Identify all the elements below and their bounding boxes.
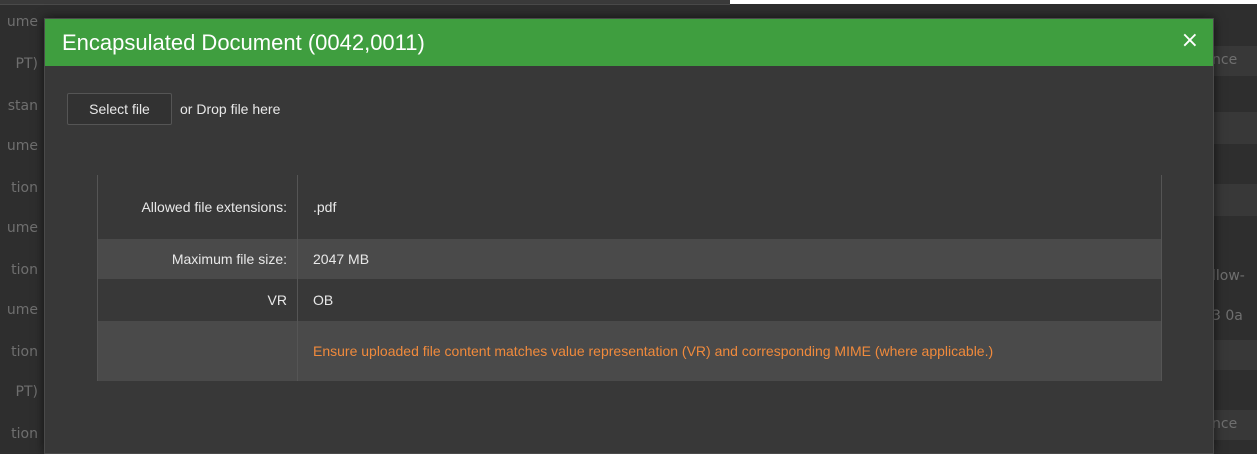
row-value: .pdf	[313, 199, 337, 215]
close-icon[interactable]: ×	[1181, 29, 1199, 53]
table-row: Ensure uploaded file content matches val…	[97, 321, 1162, 381]
background-row-label: ume	[6, 14, 38, 30]
background-top-strip-right	[730, 0, 1257, 4]
background-row-label: tion	[11, 262, 38, 278]
background-row-label: tion	[11, 344, 38, 360]
dialog-header: Encapsulated Document (0042,0011) ×	[45, 19, 1213, 66]
select-file-button[interactable]: Select file	[67, 93, 172, 125]
row-label	[98, 321, 298, 381]
row-label: VR	[98, 279, 298, 321]
background-top-strip	[0, 0, 730, 5]
background-right-text: nce	[1212, 416, 1238, 432]
background-row-label: PT)	[15, 56, 38, 72]
row-label: Maximum file size:	[98, 239, 298, 279]
background-row-label: ume	[6, 220, 38, 236]
row-value: 2047 MB	[313, 251, 370, 267]
background-field	[1212, 340, 1257, 370]
background-field	[1212, 184, 1257, 216]
background-row-label: ume	[6, 302, 38, 318]
background-row-label: stan	[7, 98, 38, 114]
file-requirements-table: Allowed file extensions: .pdf Maximum fi…	[97, 175, 1162, 381]
drop-file-zone[interactable]: or Drop file here	[180, 101, 280, 117]
encapsulated-document-dialog: Encapsulated Document (0042,0011) × Sele…	[44, 18, 1214, 454]
background-field	[1212, 112, 1257, 144]
background-row-label: tion	[11, 180, 38, 196]
background-row-label: PT)	[15, 384, 38, 400]
vr-warning-text: Ensure uploaded file content matches val…	[313, 342, 994, 359]
background-row-label: tion	[11, 426, 38, 442]
background-right-text: llow-	[1212, 268, 1245, 284]
table-row: Allowed file extensions: .pdf	[97, 175, 1162, 239]
background-right-text: nce	[1212, 52, 1238, 68]
background-right-text: 3 0a	[1212, 308, 1243, 324]
table-row: VR OB	[97, 279, 1162, 321]
background-row-label: ume	[6, 138, 38, 154]
row-label: Allowed file extensions:	[98, 175, 298, 239]
dialog-title: Encapsulated Document (0042,0011)	[62, 30, 425, 55]
row-value: OB	[313, 292, 334, 308]
table-row: Maximum file size: 2047 MB	[97, 239, 1162, 279]
